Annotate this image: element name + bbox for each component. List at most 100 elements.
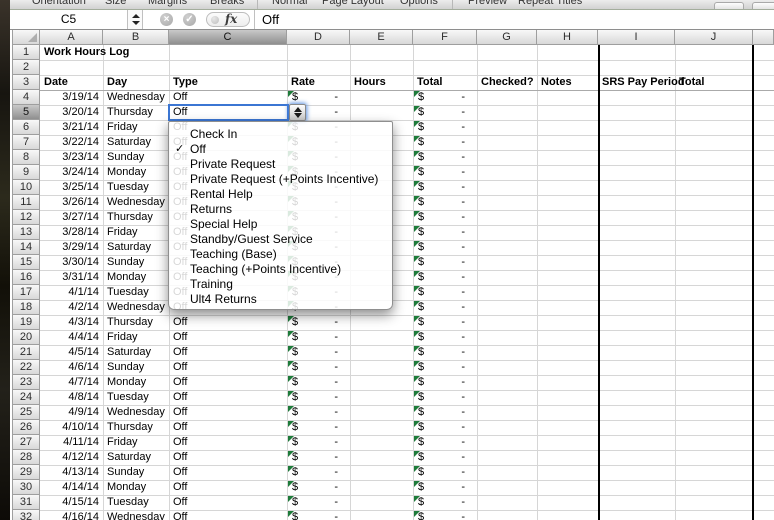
row-header-7[interactable]: 7 bbox=[12, 135, 40, 150]
insert-function-button[interactable]: fx bbox=[206, 12, 250, 27]
cell-A4-date[interactable]: 3/19/14 bbox=[40, 90, 99, 105]
cancel-icon[interactable]: × bbox=[160, 13, 173, 26]
row-header-26[interactable]: 26 bbox=[12, 420, 40, 435]
cell-A29-date[interactable]: 4/13/14 bbox=[40, 465, 99, 480]
cell-C30-type[interactable]: Off bbox=[173, 480, 187, 495]
cell-money-amount[interactable]: - bbox=[413, 345, 465, 360]
cell-A25-date[interactable]: 4/9/14 bbox=[40, 405, 99, 420]
cell-B27-day[interactable]: Friday bbox=[107, 435, 138, 450]
cell-money-amount[interactable]: - bbox=[287, 435, 338, 450]
cell-B30-day[interactable]: Monday bbox=[107, 480, 146, 495]
cell-B8-day[interactable]: Sunday bbox=[107, 150, 144, 165]
toolbar-button[interactable] bbox=[714, 2, 744, 10]
toolbar-item-options[interactable]: Options bbox=[400, 0, 438, 7]
cell-money-amount[interactable]: - bbox=[287, 330, 338, 345]
col-header-G[interactable]: G bbox=[477, 30, 537, 45]
toolbar-button[interactable] bbox=[752, 2, 774, 10]
cell-B11-day[interactable]: Wednesday bbox=[107, 195, 165, 210]
cell-money-amount[interactable]: - bbox=[287, 405, 338, 420]
cell-A32-date[interactable]: 4/16/14 bbox=[40, 510, 99, 520]
toolbar-item-normal[interactable]: Normal bbox=[272, 0, 307, 7]
dropdown-item-standby-guest-service[interactable]: Standby/Guest Service bbox=[169, 232, 392, 247]
row-header-1[interactable]: 1 bbox=[12, 45, 40, 60]
cell-money-amount[interactable]: - bbox=[413, 255, 465, 270]
cell-B4-day[interactable]: Wednesday bbox=[107, 90, 165, 105]
cell-A21-date[interactable]: 4/5/14 bbox=[40, 345, 99, 360]
cell-money-amount[interactable]: - bbox=[413, 135, 465, 150]
cell-C31-type[interactable]: Off bbox=[173, 495, 187, 510]
cell-money-amount[interactable]: - bbox=[413, 435, 465, 450]
cell-money-amount[interactable]: - bbox=[413, 195, 465, 210]
cell-A10-date[interactable]: 3/25/14 bbox=[40, 180, 99, 195]
cell-C3-header[interactable]: Type bbox=[173, 75, 198, 90]
cell-money-amount[interactable]: - bbox=[287, 450, 338, 465]
cell-C29-type[interactable]: Off bbox=[173, 465, 187, 480]
dropdown-item-off[interactable]: Off✓ bbox=[169, 142, 392, 157]
cell-B18-day[interactable]: Wednesday bbox=[107, 300, 165, 315]
row-header-27[interactable]: 27 bbox=[12, 435, 40, 450]
cell-B28-day[interactable]: Saturday bbox=[107, 450, 151, 465]
cell-money-amount[interactable]: - bbox=[413, 120, 465, 135]
toolbar-item-repeat-titles[interactable]: Repeat Titles bbox=[518, 0, 582, 7]
cell-C26-type[interactable]: Off bbox=[173, 420, 187, 435]
row-header-23[interactable]: 23 bbox=[12, 375, 40, 390]
cell-A1-title[interactable]: Work Hours Log bbox=[44, 45, 129, 60]
cell-A16-date[interactable]: 3/31/14 bbox=[40, 270, 99, 285]
cell-B16-day[interactable]: Monday bbox=[107, 270, 146, 285]
dropdown-item-teaching-base[interactable]: Teaching (Base) bbox=[169, 247, 392, 262]
row-header-8[interactable]: 8 bbox=[12, 150, 40, 165]
dropdown-item-training[interactable]: Training bbox=[169, 277, 392, 292]
cell-B29-day[interactable]: Sunday bbox=[107, 465, 144, 480]
row-header-6[interactable]: 6 bbox=[12, 120, 40, 135]
cell-G3-header[interactable]: Checked? bbox=[481, 75, 534, 90]
cell-A8-date[interactable]: 3/23/14 bbox=[40, 150, 99, 165]
cell-C32-type[interactable]: Off bbox=[173, 510, 187, 520]
cell-C19-type[interactable]: Off bbox=[173, 315, 187, 330]
cell-A27-date[interactable]: 4/11/14 bbox=[40, 435, 99, 450]
cell-money-amount[interactable]: - bbox=[413, 105, 465, 120]
cell-money-amount[interactable]: - bbox=[413, 420, 465, 435]
cell-money-amount[interactable]: - bbox=[287, 390, 338, 405]
cell-money-amount[interactable]: - bbox=[287, 465, 338, 480]
row-header-25[interactable]: 25 bbox=[12, 405, 40, 420]
row-header-4[interactable]: 4 bbox=[12, 90, 40, 105]
cell-A14-date[interactable]: 3/29/14 bbox=[40, 240, 99, 255]
cell-A7-date[interactable]: 3/22/14 bbox=[40, 135, 99, 150]
cell-B21-day[interactable]: Saturday bbox=[107, 345, 151, 360]
toolbar-item-orientation[interactable]: Orientation bbox=[32, 0, 86, 7]
cell-B20-day[interactable]: Friday bbox=[107, 330, 138, 345]
row-header-18[interactable]: 18 bbox=[12, 300, 40, 315]
row-header-19[interactable]: 19 bbox=[12, 315, 40, 330]
cell-money-amount[interactable]: - bbox=[413, 180, 465, 195]
toolbar-item-page-layout[interactable]: Page Layout bbox=[322, 0, 384, 7]
row-header-22[interactable]: 22 bbox=[12, 360, 40, 375]
cell-A24-date[interactable]: 4/8/14 bbox=[40, 390, 99, 405]
cell-money-amount[interactable]: - bbox=[413, 210, 465, 225]
row-header-29[interactable]: 29 bbox=[12, 465, 40, 480]
cell-B9-day[interactable]: Monday bbox=[107, 165, 146, 180]
cell-money-amount[interactable]: - bbox=[413, 270, 465, 285]
cell-A31-date[interactable]: 4/15/14 bbox=[40, 495, 99, 510]
cell-A3-header[interactable]: Date bbox=[44, 75, 68, 90]
cell-B17-day[interactable]: Tuesday bbox=[107, 285, 149, 300]
cell-B5-day[interactable]: Thursday bbox=[107, 105, 153, 120]
cell-C22-type[interactable]: Off bbox=[173, 360, 187, 375]
cell-money-amount[interactable]: - bbox=[413, 375, 465, 390]
col-header-partial[interactable] bbox=[753, 30, 774, 45]
accept-icon[interactable]: ✓ bbox=[183, 13, 196, 26]
cell-B26-day[interactable]: Thursday bbox=[107, 420, 153, 435]
cell-money-amount[interactable]: - bbox=[413, 315, 465, 330]
toolbar-item-margins[interactable]: Margins bbox=[148, 0, 187, 7]
cell-B25-day[interactable]: Wednesday bbox=[107, 405, 165, 420]
col-header-H[interactable]: H bbox=[537, 30, 598, 45]
cell-A17-date[interactable]: 4/1/14 bbox=[40, 285, 99, 300]
cell-B14-day[interactable]: Saturday bbox=[107, 240, 151, 255]
cell-A22-date[interactable]: 4/6/14 bbox=[40, 360, 99, 375]
row-header-16[interactable]: 16 bbox=[12, 270, 40, 285]
cell-money-amount[interactable]: - bbox=[413, 165, 465, 180]
cell-money-amount[interactable]: - bbox=[287, 420, 338, 435]
col-header-C[interactable]: C bbox=[169, 30, 287, 45]
cell-money-amount[interactable]: - bbox=[413, 150, 465, 165]
cell-A19-date[interactable]: 4/3/14 bbox=[40, 315, 99, 330]
cell-C27-type[interactable]: Off bbox=[173, 435, 187, 450]
